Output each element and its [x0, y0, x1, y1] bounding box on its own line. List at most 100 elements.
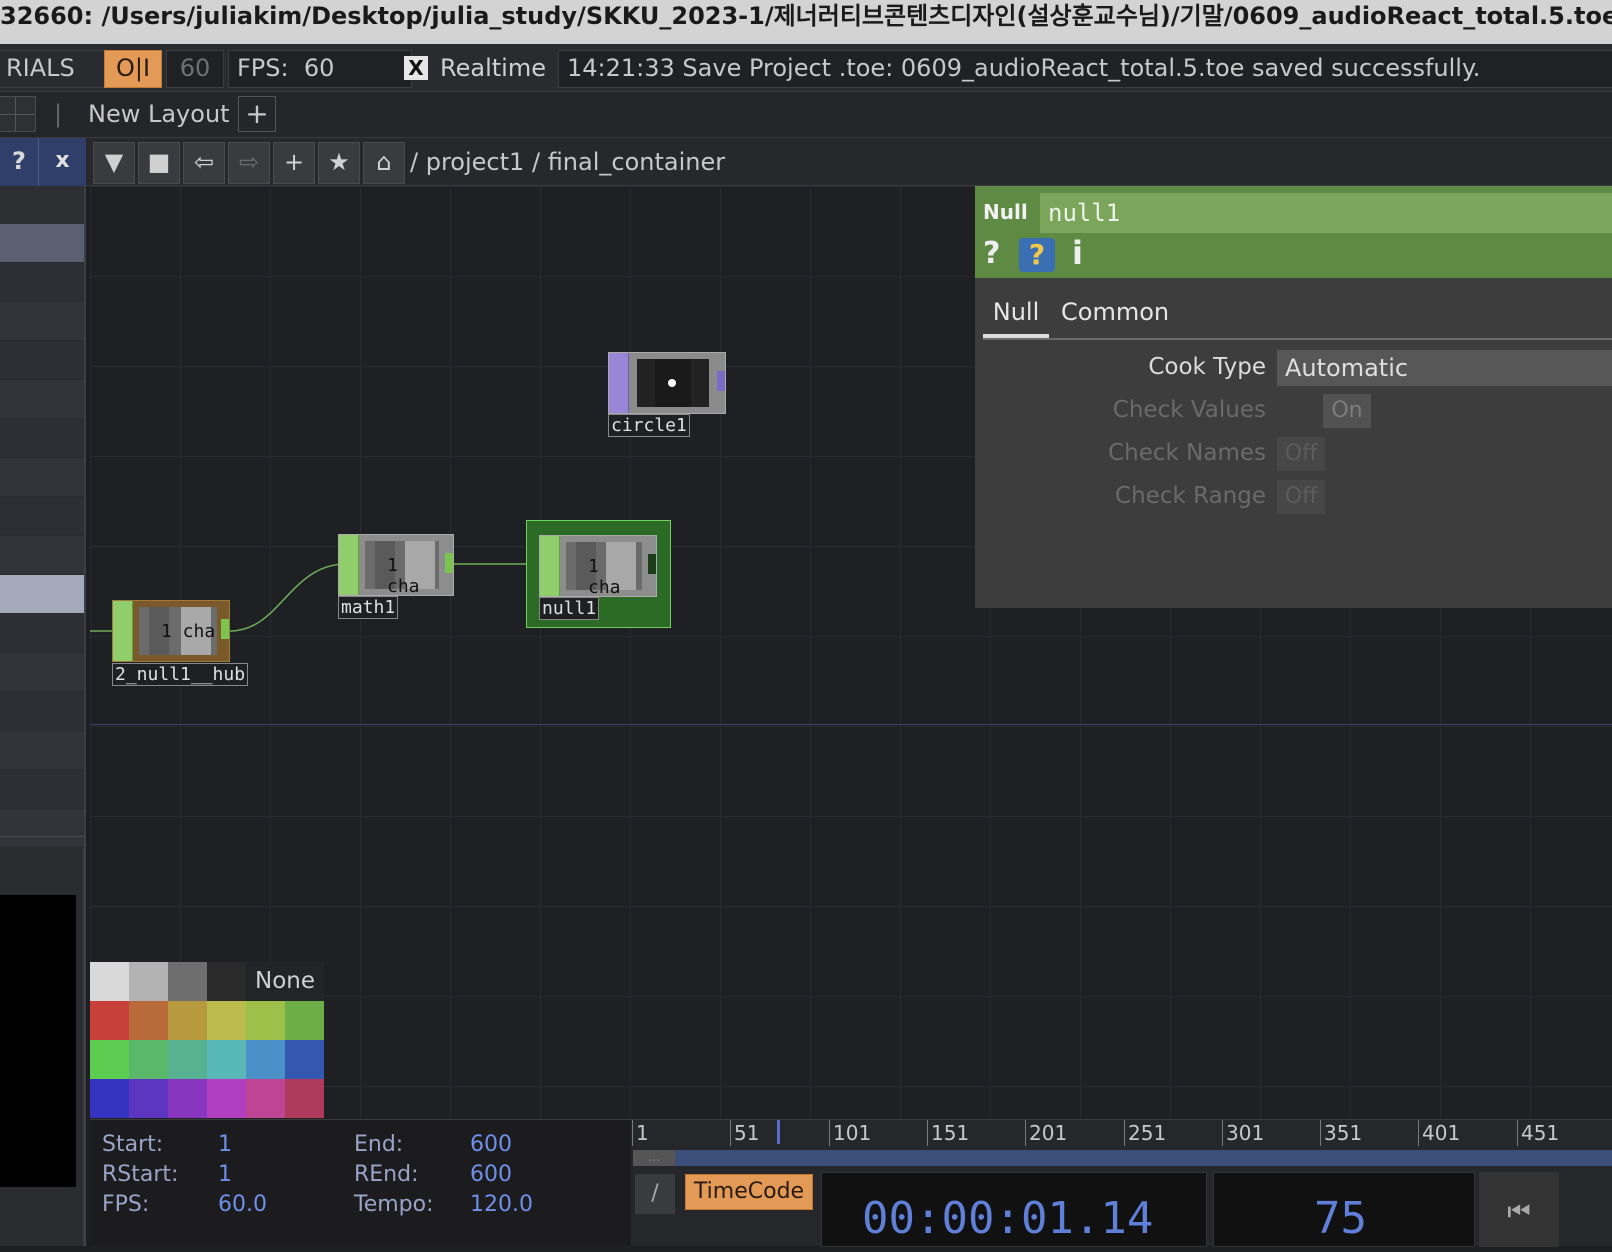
rend-label: REnd:: [354, 1162, 419, 1187]
home-icon[interactable]: ⌂: [363, 142, 405, 184]
output-connector[interactable]: [717, 371, 725, 391]
timeline[interactable]: 1 51 101 151 201 251 301 351 401 451 ... / TimeCo…: [631, 1119, 1612, 1247]
close-pane-button[interactable]: x: [38, 138, 86, 186]
sidebar-row[interactable]: [0, 692, 84, 731]
fps-target-field[interactable]: 60: [166, 50, 224, 88]
sidebar-row[interactable]: [0, 419, 84, 458]
fps-value[interactable]: 60.0: [218, 1192, 267, 1217]
add-layout-button[interactable]: +: [238, 96, 276, 132]
check-names-toggle[interactable]: Off: [1277, 437, 1325, 471]
output-connector[interactable]: [445, 553, 453, 573]
tab-common[interactable]: Common: [1061, 290, 1169, 338]
input-connector-strip[interactable]: [540, 536, 560, 596]
rewind-icon[interactable]: ⏮: [1479, 1172, 1559, 1247]
tempo-value[interactable]: 120.0: [470, 1192, 533, 1217]
node-null1-selected[interactable]: 1 cha null1: [526, 520, 671, 628]
palette-swatch[interactable]: [207, 962, 246, 1001]
star-icon[interactable]: ★: [318, 142, 360, 184]
input-connector-strip[interactable]: [609, 353, 629, 413]
pane-split-icon[interactable]: [0, 96, 36, 132]
end-value[interactable]: 600: [470, 1132, 512, 1157]
node-null1[interactable]: 1 cha: [539, 535, 657, 598]
palette-swatch[interactable]: [90, 1079, 129, 1118]
palette-swatch[interactable]: [246, 1001, 285, 1040]
info-icon[interactable]: i: [1072, 234, 1083, 272]
realtime-checkbox[interactable]: X: [404, 56, 428, 80]
range-handle[interactable]: ...: [633, 1150, 675, 1166]
playhead[interactable]: [777, 1120, 780, 1144]
sidebar-row[interactable]: [0, 302, 84, 341]
oi-toggle-button[interactable]: O|I: [104, 50, 162, 88]
node-2-null1-hub[interactable]: 1 cha: [112, 600, 230, 662]
stop-icon[interactable]: ■: [138, 142, 180, 184]
sidebar-row[interactable]: [0, 224, 84, 263]
palette-swatch[interactable]: [129, 1079, 168, 1118]
end-label: End:: [354, 1132, 404, 1157]
palette-swatch[interactable]: [246, 1079, 285, 1118]
palette-swatch[interactable]: [285, 1079, 324, 1118]
sidebar-row[interactable]: [0, 653, 84, 692]
output-connector[interactable]: [221, 619, 229, 639]
new-layout-label[interactable]: New Layout: [88, 96, 230, 132]
back-arrow-icon[interactable]: ⇦: [183, 142, 225, 184]
rend-value[interactable]: 600: [470, 1162, 512, 1187]
help-button[interactable]: ?: [0, 138, 38, 186]
palette-swatch[interactable]: [168, 1001, 207, 1040]
input-connector-strip[interactable]: [339, 535, 359, 595]
palette-swatch[interactable]: [285, 1040, 324, 1079]
operator-name-field[interactable]: null1: [1040, 193, 1612, 233]
timecode-mode-button[interactable]: TimeCode: [685, 1174, 813, 1210]
frame-display[interactable]: 75: [1213, 1172, 1475, 1247]
sidebar-row[interactable]: [0, 536, 84, 575]
sidebar-row-selected[interactable]: [0, 575, 84, 614]
palette-swatch[interactable]: [207, 1079, 246, 1118]
palette-swatch[interactable]: [207, 1040, 246, 1079]
start-value[interactable]: 1: [218, 1132, 232, 1157]
materials-label[interactable]: RIALS: [0, 50, 115, 88]
sidebar-row[interactable]: [0, 770, 84, 809]
palette-none-option[interactable]: None: [246, 962, 324, 1001]
palette-swatch[interactable]: [129, 1001, 168, 1040]
input-connector-strip[interactable]: [113, 601, 133, 661]
output-connector[interactable]: [648, 554, 656, 574]
palette-swatch[interactable]: [168, 962, 207, 1001]
breadcrumb-project1[interactable]: project1: [426, 148, 525, 176]
forward-arrow-icon[interactable]: ⇨: [228, 142, 270, 184]
sidebar-row[interactable]: [0, 263, 84, 302]
timecode-display[interactable]: 00:00:01.14: [821, 1172, 1207, 1247]
sidebar-row[interactable]: [0, 186, 84, 225]
sidebar-row[interactable]: [0, 809, 84, 848]
sidebar-divider: [0, 836, 84, 837]
add-icon[interactable]: +: [273, 142, 315, 184]
help-icon[interactable]: ?: [983, 236, 1000, 271]
sidebar-row[interactable]: [0, 731, 84, 770]
sidebar-row[interactable]: [0, 341, 84, 380]
palette-swatch[interactable]: [246, 1040, 285, 1079]
palette-swatch[interactable]: [90, 1040, 129, 1079]
palette-swatch[interactable]: [168, 1079, 207, 1118]
palette-swatch[interactable]: [207, 1001, 246, 1040]
tab-null[interactable]: Null: [983, 290, 1049, 338]
node-circle1[interactable]: [608, 352, 726, 414]
sidebar-row[interactable]: [0, 614, 84, 653]
check-range-toggle[interactable]: Off: [1277, 480, 1325, 514]
palette-swatch[interactable]: [129, 1040, 168, 1079]
timeline-slash-button[interactable]: /: [635, 1174, 675, 1214]
sidebar-row[interactable]: [0, 497, 84, 536]
palette-swatch[interactable]: [168, 1040, 207, 1079]
dropdown-icon[interactable]: ▼: [93, 142, 135, 184]
rstart-value[interactable]: 1: [218, 1162, 232, 1187]
sidebar-row[interactable]: [0, 380, 84, 419]
tempo-label: Tempo:: [354, 1192, 434, 1217]
palette-swatch[interactable]: [285, 1001, 324, 1040]
node-math1[interactable]: 1 cha: [338, 534, 454, 597]
check-values-toggle[interactable]: On: [1323, 394, 1371, 428]
palette-swatch[interactable]: [90, 962, 129, 1001]
sidebar-row[interactable]: [0, 458, 84, 497]
python-help-icon[interactable]: ?: [1019, 238, 1055, 272]
cook-type-dropdown[interactable]: Automatic: [1277, 350, 1612, 386]
palette-swatch[interactable]: [90, 1001, 129, 1040]
palette-swatch[interactable]: [129, 962, 168, 1001]
breadcrumb-final-container[interactable]: final_container: [548, 148, 725, 176]
range-bar[interactable]: ...: [633, 1150, 1612, 1166]
